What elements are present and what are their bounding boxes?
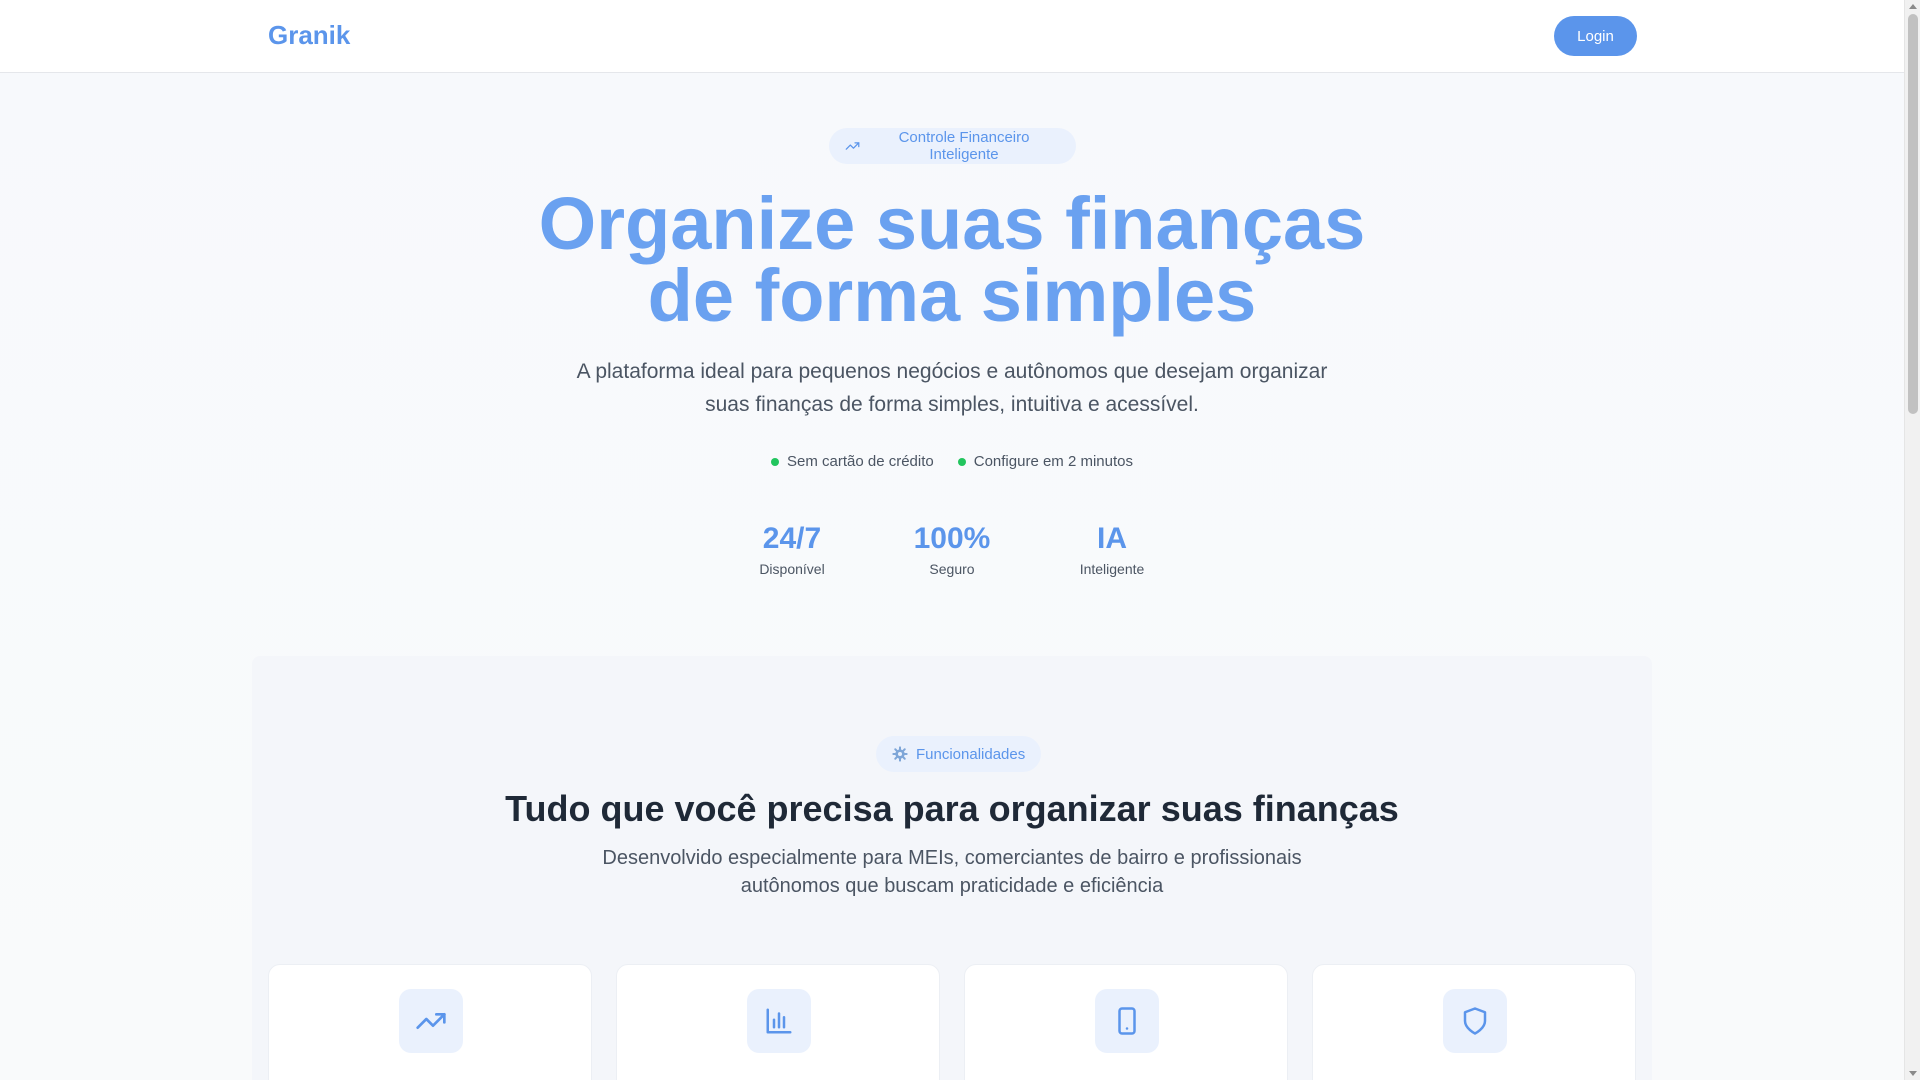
brand-logo[interactable]: Granik <box>268 20 350 51</box>
features-section: Funcionalidades Tudo que você precisa pa… <box>252 656 1652 1080</box>
trending-up-icon <box>416 1013 446 1029</box>
feature-card <box>268 964 592 1080</box>
hero-title-line1: Organize suas finanças <box>538 182 1366 265</box>
feature-cards <box>268 964 1636 1080</box>
features-subtitle: Desenvolvido especialmente para MEIs, co… <box>602 847 1302 897</box>
check-item: Sem cartão de crédito <box>771 453 934 470</box>
hero-checks: Sem cartão de crédito Configure em 2 min… <box>0 453 1904 470</box>
stat-value: 100% <box>913 522 991 555</box>
scroll-up-icon[interactable] <box>1909 4 1917 9</box>
hero-stats: 24/7 Disponível 100% Seguro IA Inteligen… <box>0 521 1904 577</box>
page: Granik Login Controle Financeiro Intelig… <box>0 0 1904 1080</box>
feature-card-icon <box>1095 989 1159 1053</box>
smartphone-icon <box>1118 1007 1136 1035</box>
shield-icon <box>1463 1007 1487 1035</box>
stat-label: Disponível <box>759 561 825 577</box>
stat-label: Inteligente <box>1079 561 1145 577</box>
features-badge: Funcionalidades <box>876 736 1042 772</box>
feature-card <box>964 964 1288 1080</box>
stat-label: Seguro <box>929 561 975 577</box>
features-title: Tudo que você precisa para organizar sua… <box>505 788 1399 829</box>
top-navbar: Granik Login <box>0 0 1904 73</box>
features-badge-label: Funcionalidades <box>916 745 1026 763</box>
check-dot-icon <box>771 457 779 466</box>
hero-title: Organize suas finanças de forma simples <box>0 182 1904 337</box>
stat-availability: 24/7 Disponível <box>712 521 872 577</box>
stat-security: 100% Seguro <box>872 521 1032 577</box>
vertical-scrollbar[interactable] <box>1904 0 1920 1080</box>
login-button[interactable]: Login <box>1554 16 1637 56</box>
feature-card-icon <box>1443 989 1507 1053</box>
check-item: Configure em 2 minutos <box>957 453 1133 470</box>
scroll-down-icon[interactable] <box>1909 1071 1917 1076</box>
check-label: Configure em 2 minutos <box>973 453 1133 470</box>
feature-card <box>1312 964 1636 1080</box>
feature-card-icon <box>747 989 811 1053</box>
stat-value: 24/7 <box>762 522 822 555</box>
stat-value: IA <box>1097 522 1127 555</box>
bar-chart-icon <box>766 1008 792 1034</box>
check-dot-icon <box>957 457 966 466</box>
feature-card-icon <box>399 989 463 1053</box>
check-label: Sem cartão de crédito <box>787 453 934 470</box>
stat-ai: IA Inteligente <box>1032 521 1192 577</box>
hero-badge-label: Controle Financeiro Inteligente <box>898 129 1030 163</box>
hero-subtitle: A plataforma ideal para pequenos negócio… <box>576 360 1328 416</box>
trending-up-icon <box>845 142 860 150</box>
scrollbar-thumb[interactable] <box>1908 14 1918 414</box>
hero-title-line2: de forma simples <box>647 254 1257 337</box>
gear-icon <box>892 746 908 762</box>
feature-card <box>616 964 940 1080</box>
hero-badge: Controle Financeiro Inteligente <box>829 128 1076 164</box>
